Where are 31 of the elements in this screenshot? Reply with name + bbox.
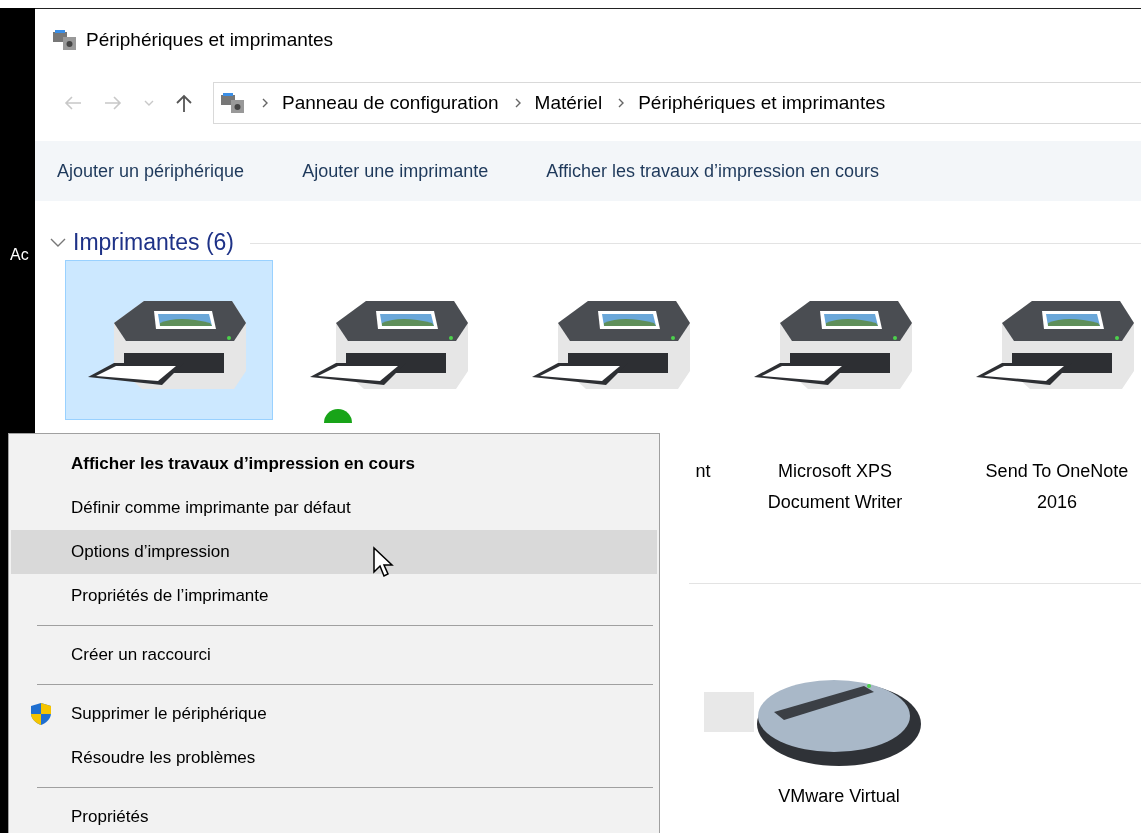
shield-icon xyxy=(30,702,52,726)
breadcrumb-item[interactable]: Panneau de configuration xyxy=(282,92,499,114)
menu-item[interactable]: Créer un raccourci xyxy=(11,633,657,677)
background-window-text: Ac xyxy=(10,246,29,264)
printer-tile[interactable] xyxy=(65,260,273,420)
menu-item[interactable]: Afficher les travaux d’impression en cours xyxy=(11,442,657,486)
breadcrumb-item[interactable]: Matériel xyxy=(534,92,603,114)
devices-printers-icon xyxy=(220,92,246,114)
devices-printers-icon xyxy=(52,29,78,51)
printer-name: Send To OneNote 2016 xyxy=(984,460,1130,514)
section-title[interactable]: Imprimantes (6) xyxy=(73,228,235,256)
menu-item[interactable]: Définir comme imprimante par défaut xyxy=(11,486,657,530)
toolbar-button[interactable]: Ajouter un périphérique xyxy=(43,154,259,188)
mouse-pointer-icon xyxy=(372,546,396,580)
default-check-badge xyxy=(324,409,352,423)
menu-item[interactable]: Supprimer le périphérique xyxy=(11,692,657,736)
window-title: Périphériques et imprimantes xyxy=(86,29,334,51)
menu-item[interactable]: Options d’impression xyxy=(11,530,657,574)
up-arrow-icon[interactable] xyxy=(175,93,193,113)
menu-item[interactable]: Propriétés xyxy=(11,795,657,833)
toolbar-button[interactable]: Ajouter une imprimante xyxy=(288,154,503,188)
printer-name: Microsoft XPS Document Writer xyxy=(766,460,904,514)
address-bar[interactable]: Panneau de configuration Matériel Périphériques et imprimantes xyxy=(213,82,1141,124)
breadcrumb-item[interactable]: Périphériques et imprimantes xyxy=(638,92,886,114)
menu-item[interactable]: Propriétés de l’imprimante xyxy=(11,574,657,618)
chevron-right-icon[interactable] xyxy=(260,97,270,109)
toolbar-button[interactable]: Afficher les travaux d’impression en cours xyxy=(532,154,894,188)
device-name: VMware Virtual xyxy=(778,786,900,807)
menu-item[interactable]: Résoudre les problèmes xyxy=(11,736,657,780)
collapse-chevron-icon[interactable] xyxy=(49,236,67,248)
printer-name: nt xyxy=(694,460,711,483)
